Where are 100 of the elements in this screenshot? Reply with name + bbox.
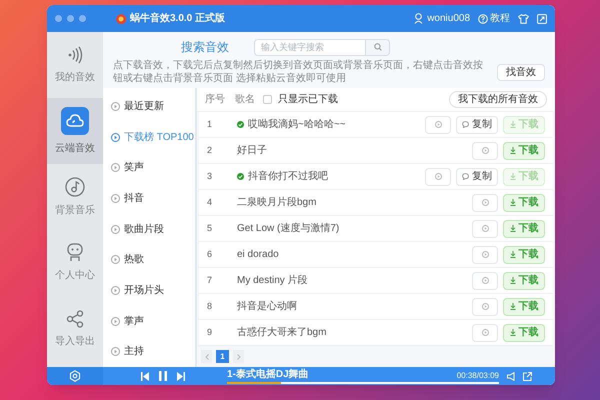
download-button[interactable]: 下载 bbox=[503, 142, 545, 160]
song-name: 二泉映月片段bgm bbox=[237, 196, 318, 210]
category-item[interactable]: 下载榜 TOP100 bbox=[103, 122, 195, 152]
preview-button[interactable] bbox=[425, 116, 451, 134]
next-page-button[interactable] bbox=[233, 350, 244, 363]
category-item[interactable]: 歌曲片段 bbox=[103, 214, 195, 244]
search-field[interactable]: 输入关键字搜索 bbox=[254, 38, 366, 56]
column-header: 序号 bbox=[205, 92, 226, 107]
download-icon bbox=[510, 121, 516, 128]
previous-track-icon[interactable] bbox=[141, 372, 149, 380]
play-circle-icon bbox=[111, 132, 120, 142]
find-sound-button[interactable]: 找音效 bbox=[497, 64, 545, 80]
window-zoom-button[interactable] bbox=[79, 15, 86, 22]
download-button[interactable]: 下载 bbox=[503, 272, 545, 290]
nav-label: 我的音效 bbox=[55, 70, 95, 84]
nav-label: 导入导出 bbox=[55, 334, 95, 348]
cloud-icon bbox=[61, 106, 89, 134]
category-item[interactable]: 最近更新 bbox=[103, 91, 195, 122]
preview-button[interactable] bbox=[472, 272, 498, 290]
play-circle-icon bbox=[111, 286, 120, 295]
row-number: 8 bbox=[207, 300, 214, 313]
filter-checkbox[interactable] bbox=[263, 95, 272, 104]
window-minimize-button[interactable] bbox=[67, 15, 74, 22]
play-circle-icon bbox=[482, 329, 488, 336]
nav-item[interactable]: 我的音效 bbox=[47, 32, 103, 98]
speech-bubble-icon bbox=[462, 121, 469, 128]
row-number: 3 bbox=[207, 170, 214, 183]
nav-item[interactable]: 个人中心 bbox=[47, 230, 103, 296]
shirt-icon[interactable] bbox=[518, 14, 529, 24]
play-circle-icon bbox=[482, 147, 488, 154]
search-button[interactable] bbox=[366, 38, 390, 56]
download-icon bbox=[510, 225, 516, 232]
copy-button[interactable]: 复制 bbox=[456, 168, 498, 186]
track-title: 1-泰式电摇DJ舞曲 bbox=[227, 370, 309, 380]
nav-item[interactable]: 背景音乐 bbox=[47, 164, 103, 230]
category-item[interactable]: 热歌 bbox=[103, 244, 195, 276]
playback-time: 00:38/03:09 bbox=[456, 372, 499, 380]
preview-button[interactable] bbox=[472, 298, 498, 316]
song-name: Get Low (速度与激情7) bbox=[237, 222, 340, 236]
play-circle-icon bbox=[482, 225, 488, 232]
column-header: 歌名 bbox=[235, 93, 255, 107]
row-number: 2 bbox=[207, 144, 214, 157]
right-chevron-icon bbox=[236, 354, 240, 360]
settings-icon[interactable] bbox=[69, 370, 81, 382]
song-name: ei dorado bbox=[237, 248, 280, 262]
category-item[interactable]: 笑声 bbox=[103, 152, 195, 184]
tutorial-link[interactable]: 教程 bbox=[490, 11, 510, 26]
page-button[interactable]: 1 bbox=[216, 350, 229, 363]
download-icon bbox=[510, 199, 516, 206]
next-track-icon[interactable] bbox=[177, 372, 185, 380]
category-item[interactable]: 抖音 bbox=[103, 183, 195, 214]
category-item[interactable]: 主持 bbox=[103, 336, 195, 368]
preview-button[interactable] bbox=[472, 142, 498, 160]
song-name: 古惑仔大哥来了bgm bbox=[237, 326, 328, 340]
download-icon bbox=[510, 277, 516, 284]
row-number: 1 bbox=[207, 118, 214, 131]
preview-button[interactable] bbox=[472, 220, 498, 238]
window-close-button[interactable] bbox=[55, 15, 62, 22]
row-number: 9 bbox=[207, 326, 214, 339]
play-circle-icon bbox=[434, 173, 442, 180]
row-number: 4 bbox=[207, 196, 214, 209]
nav-item[interactable]: 导入导出 bbox=[47, 296, 103, 362]
preview-button[interactable] bbox=[425, 168, 451, 186]
preview-button[interactable] bbox=[472, 246, 498, 264]
preview-button[interactable] bbox=[472, 194, 498, 212]
username[interactable]: woniu008 bbox=[427, 11, 470, 26]
filter-label: 只显示已下载 bbox=[278, 92, 338, 107]
play-circle-icon bbox=[434, 121, 442, 128]
preview-button[interactable] bbox=[472, 324, 498, 342]
snail-logo-icon bbox=[116, 14, 126, 24]
song-name: 抖音你打不过我吧 bbox=[248, 170, 329, 184]
song-name: 好日子 bbox=[237, 144, 268, 158]
volume-icon[interactable] bbox=[507, 372, 516, 380]
previous-page-button[interactable] bbox=[201, 350, 212, 363]
download-button[interactable]: 下载 bbox=[503, 220, 545, 238]
download-button[interactable]: 下载 bbox=[503, 194, 545, 212]
export-icon[interactable] bbox=[523, 372, 532, 380]
row-number: 6 bbox=[207, 248, 214, 261]
download-button[interactable]: 下载 bbox=[503, 246, 545, 264]
play-circle-icon bbox=[111, 102, 120, 111]
play-circle-icon bbox=[482, 251, 488, 258]
song-name: 抖音是心动啊 bbox=[237, 300, 298, 314]
speech-bubble-icon bbox=[462, 173, 469, 180]
copy-button[interactable]: 复制 bbox=[456, 116, 498, 134]
expand-icon[interactable] bbox=[537, 14, 547, 24]
search-icon bbox=[374, 43, 382, 51]
nav-label: 个人中心 bbox=[55, 268, 95, 283]
nav-label: 云端音效 bbox=[55, 142, 95, 156]
user-icon bbox=[414, 13, 424, 24]
nav-item[interactable]: 云端音效 bbox=[47, 98, 103, 164]
download-button[interactable]: 下载 bbox=[503, 324, 545, 342]
pause-icon[interactable] bbox=[159, 371, 167, 381]
help-icon bbox=[478, 14, 488, 24]
category-item[interactable]: 开场片头 bbox=[103, 275, 195, 306]
play-circle-icon bbox=[111, 163, 120, 172]
all-downloads-button[interactable]: 我下载的所有音效 bbox=[449, 91, 547, 108]
download-icon bbox=[510, 329, 516, 336]
download-button[interactable]: 下载 bbox=[503, 298, 545, 316]
song-name: My destiny 片段 bbox=[237, 274, 309, 288]
category-item[interactable]: 掌声 bbox=[103, 306, 195, 336]
